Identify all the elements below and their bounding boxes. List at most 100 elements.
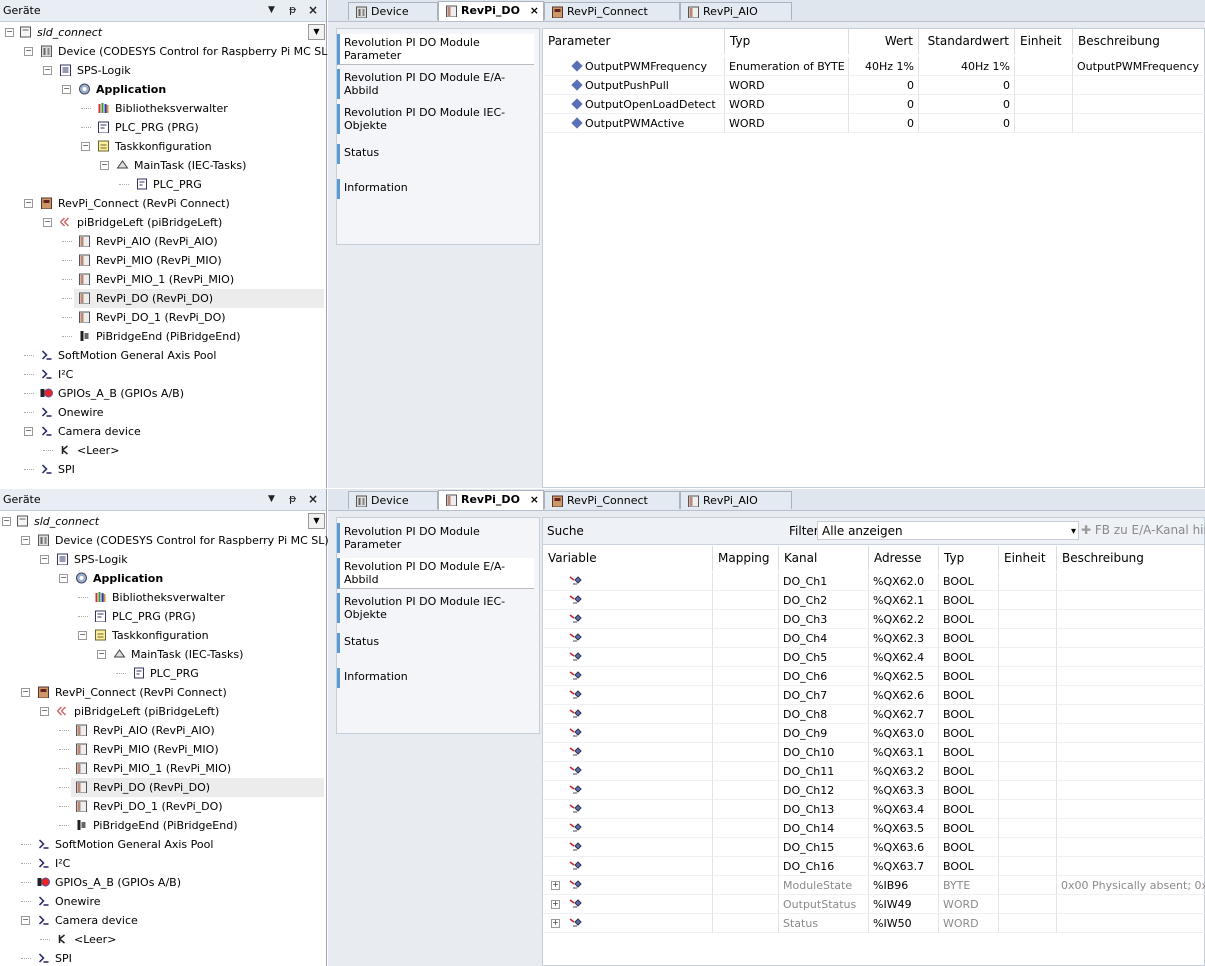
table-cell[interactable]	[999, 819, 1057, 838]
table-cell[interactable]	[543, 819, 713, 838]
tree-node[interactable]: <Leer>	[0, 930, 324, 949]
table-cell[interactable]: BOOL	[939, 610, 999, 629]
table-cell[interactable]	[713, 857, 779, 876]
table-cell[interactable]: DO_Ch8	[779, 705, 869, 724]
table-cell[interactable]: BYTE	[939, 876, 999, 895]
table-cell[interactable]	[713, 914, 779, 933]
table-cell[interactable]	[1057, 838, 1205, 857]
table-cell[interactable]: DO_Ch3	[779, 610, 869, 629]
table-cell[interactable]	[713, 876, 779, 895]
table-cell[interactable]: BOOL	[939, 762, 999, 781]
table-cell[interactable]	[713, 667, 779, 686]
table-cell[interactable]: %QX63.4	[869, 800, 939, 819]
table-cell[interactable]: DO_Ch2	[779, 591, 869, 610]
table-cell[interactable]: %IW50	[869, 914, 939, 933]
table-cell[interactable]	[1057, 572, 1205, 591]
tree-node[interactable]: Bibliotheksverwalter	[0, 588, 324, 607]
table-cell[interactable]: %QX63.6	[869, 838, 939, 857]
column-header[interactable]: Beschreibung	[1073, 29, 1205, 54]
table-cell[interactable]: %IB96	[869, 876, 939, 895]
pin-icon[interactable]: ᵽ	[289, 492, 296, 505]
table-cell[interactable]: OutputStatus	[779, 895, 869, 914]
table-cell[interactable]: 0	[849, 114, 919, 133]
table-cell[interactable]	[999, 895, 1057, 914]
table-cell[interactable]	[999, 762, 1057, 781]
table-cell[interactable]: 0	[919, 114, 1015, 133]
table-cell[interactable]	[713, 895, 779, 914]
tab-revpi_connect[interactable]: RevPi_Connect	[544, 491, 680, 509]
tree-node[interactable]: <Leer>	[0, 441, 324, 460]
table-cell[interactable]	[999, 724, 1057, 743]
table-cell[interactable]	[543, 762, 713, 781]
table-cell[interactable]: BOOL	[939, 819, 999, 838]
tree-node[interactable]: I²C	[0, 365, 324, 384]
table-cell[interactable]: DO_Ch13	[779, 800, 869, 819]
tree-node[interactable]: SPI	[0, 949, 324, 966]
table-cell[interactable]: ModuleState	[779, 876, 869, 895]
table-cell[interactable]: OutputPWMFrequency	[1073, 57, 1205, 76]
tab-close-icon[interactable]: ×	[530, 491, 539, 508]
table-cell[interactable]	[543, 648, 713, 667]
tree-node[interactable]: RevPi_MIO_1 (RevPi_MIO)	[0, 270, 324, 289]
table-cell[interactable]	[543, 857, 713, 876]
table-cell[interactable]	[1057, 667, 1205, 686]
table-cell[interactable]: BOOL	[939, 800, 999, 819]
table-cell[interactable]	[543, 686, 713, 705]
pin-icon[interactable]: ᵽ	[289, 3, 296, 16]
column-header[interactable]: Variable	[543, 546, 713, 571]
tab-device[interactable]: Device	[348, 2, 438, 20]
expand-toggle-icon[interactable]: −	[97, 650, 106, 659]
expand-toggle-icon[interactable]: +	[551, 881, 560, 890]
tree-node[interactable]: RevPi_MIO_1 (RevPi_MIO)	[0, 759, 324, 778]
table-cell[interactable]	[713, 743, 779, 762]
tree-node[interactable]: PLC_PRG (PRG)	[0, 118, 324, 137]
table-cell[interactable]	[999, 591, 1057, 610]
table-cell[interactable]	[999, 705, 1057, 724]
nav-item[interactable]: Status	[337, 144, 534, 164]
table-cell[interactable]: %QX62.5	[869, 667, 939, 686]
table-cell[interactable]: DO_Ch16	[779, 857, 869, 876]
table-cell[interactable]: BOOL	[939, 572, 999, 591]
column-header[interactable]: Beschreibung	[1057, 546, 1205, 571]
nav-item[interactable]: Revolution PI DO Module Parameter	[337, 34, 534, 65]
expand-toggle-icon[interactable]: −	[81, 142, 90, 151]
table-cell[interactable]: DO_Ch9	[779, 724, 869, 743]
table-cell[interactable]: BOOL	[939, 591, 999, 610]
table-cell[interactable]	[1015, 95, 1073, 114]
table-cell[interactable]	[1057, 781, 1205, 800]
table-cell[interactable]	[1057, 819, 1205, 838]
close-icon[interactable]: ×	[308, 492, 318, 506]
tree-node[interactable]: RevPi_DO_1 (RevPi_DO)	[0, 308, 324, 327]
table-cell[interactable]: %QX63.2	[869, 762, 939, 781]
tree-node[interactable]: SoftMotion General Axis Pool	[0, 835, 324, 854]
tree-node[interactable]: − Taskkonfiguration	[0, 137, 324, 156]
tree-node[interactable]: GPIOs_A_B (GPIOs A/B)	[0, 873, 324, 892]
table-cell[interactable]	[1073, 76, 1205, 95]
tree-node[interactable]: − SPS-Logik	[0, 61, 324, 80]
table-cell[interactable]	[999, 667, 1057, 686]
table-cell[interactable]	[999, 800, 1057, 819]
table-cell[interactable]: 0	[849, 76, 919, 95]
table-cell[interactable]	[1057, 705, 1205, 724]
expand-toggle-icon[interactable]: −	[59, 574, 68, 583]
table-cell[interactable]: +	[543, 914, 713, 933]
table-cell[interactable]: 0	[919, 95, 1015, 114]
tree-node[interactable]: Onewire	[0, 403, 324, 422]
tree-node[interactable]: − Device (CODESYS Control for Raspberry P…	[0, 531, 329, 550]
table-cell[interactable]: OutputOpenLoadDetect	[543, 95, 725, 114]
nav-item[interactable]: Information	[337, 668, 534, 688]
table-cell[interactable]	[543, 743, 713, 762]
table-cell[interactable]: BOOL	[939, 743, 999, 762]
panel-menu-icon[interactable]: ▼	[268, 494, 275, 504]
table-cell[interactable]: DO_Ch5	[779, 648, 869, 667]
tab-revpi_connect[interactable]: RevPi_Connect	[544, 2, 680, 20]
column-header[interactable]: Einheit	[1015, 29, 1073, 54]
table-cell[interactable]: %QX62.6	[869, 686, 939, 705]
tree-node[interactable]: PiBridgeEnd (PiBridgeEnd)	[0, 816, 324, 835]
table-cell[interactable]	[543, 667, 713, 686]
column-header[interactable]: Typ	[725, 29, 849, 54]
table-cell[interactable]: Enumeration of BYTE	[725, 57, 849, 76]
table-cell[interactable]	[543, 781, 713, 800]
tree-node[interactable]: − Taskkonfiguration	[0, 626, 324, 645]
table-cell[interactable]	[1057, 743, 1205, 762]
